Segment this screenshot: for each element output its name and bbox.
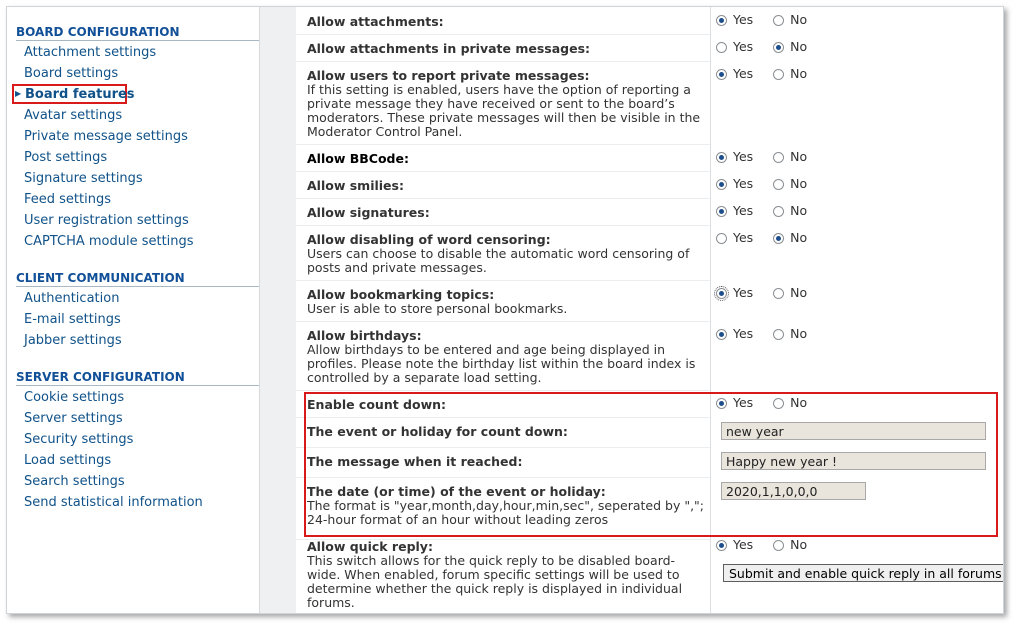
radio-yes[interactable] [716,233,727,244]
radio-yes-option[interactable]: Yes [716,66,753,81]
radio-no-option[interactable]: No [773,12,807,27]
menu-heading-client-communication: CLIENT COMMUNICATION [16,271,259,287]
radio-yes[interactable] [716,42,727,53]
radio-group-bookmarking: Yes No [714,285,823,301]
sidebar-item-signature-settings[interactable]: Signature settings [24,171,143,186]
sidebar-item-send-statistical-information[interactable]: Send statistical information [24,495,203,510]
radio-yes[interactable] [716,206,727,217]
radio-no-option[interactable]: No [773,537,807,552]
sidebar-item-email-settings[interactable]: E-mail settings [24,312,121,327]
setting-allow-bbcode: Allow BBCode: [307,151,409,166]
active-arrow-icon: ▶ [15,89,22,98]
radio-yes[interactable] [716,329,727,340]
sidebar-item-feed-settings[interactable]: Feed settings [24,192,111,207]
radio-group-allow-signatures: Yes No [716,203,823,218]
sidebar-item-security-settings[interactable]: Security settings [24,432,133,447]
radio-group-allow-attachments-pm: Yes No [716,39,823,54]
radio-yes-option[interactable]: Yes [714,285,753,301]
radio-yes[interactable] [716,152,727,163]
radio-no-option[interactable]: No [773,230,807,245]
sidebar-item-search-settings[interactable]: Search settings [24,474,125,489]
sidebar-divider [259,7,297,613]
sidebar-item-avatar-settings[interactable]: Avatar settings [24,108,122,123]
count-down-highlight [304,392,998,537]
radio-no-option[interactable]: No [773,285,807,300]
radio-yes-option[interactable]: Yes [716,537,753,552]
radio-no[interactable] [773,288,785,299]
sidebar-item-server-settings[interactable]: Server settings [24,411,123,426]
radio-group-quick-reply: Yes No [716,537,823,552]
radio-no[interactable] [773,329,785,340]
sidebar-item-attachment-settings[interactable]: Attachment settings [24,45,156,60]
setting-allow-attachments: Allow attachments: [307,14,707,29]
radio-no[interactable] [773,179,785,190]
radio-no-option[interactable]: No [773,326,807,341]
sidebar-item-load-settings[interactable]: Load settings [24,453,111,468]
radio-no[interactable] [773,69,785,80]
radio-group-report-pm: Yes No [716,66,823,81]
radio-no-option[interactable]: No [773,176,807,191]
setting-disable-word-censoring: Allow disabling of word censoring: Users… [307,232,690,275]
setting-allow-signatures: Allow signatures: [307,205,430,220]
setting-allow-attachments-pm: Allow attachments in private messages: [307,41,591,56]
radio-group-allow-attachments: Yes No [716,12,823,27]
sidebar-item-authentication[interactable]: Authentication [24,291,119,306]
radio-no-option[interactable]: No [773,66,807,81]
radio-no[interactable] [773,152,785,163]
radio-yes[interactable] [716,179,727,190]
enable-quick-reply-button[interactable]: Submit and enable quick reply in all for… [723,564,1003,582]
sidebar-item-post-settings[interactable]: Post settings [24,150,107,165]
setting-allow-quick-reply: Allow quick reply: This switch allows fo… [307,539,683,610]
setting-allow-smilies: Allow smilies: [307,178,404,193]
radio-no-option[interactable]: No [773,149,807,164]
menu-heading-board-configuration: BOARD CONFIGURATION [16,25,259,41]
radio-yes[interactable] [716,540,727,551]
radio-no-option[interactable]: No [773,39,807,54]
radio-yes[interactable] [716,15,727,26]
radio-yes-option[interactable]: Yes [716,326,753,341]
radio-yes-option[interactable]: Yes [716,12,753,27]
sidebar-item-board-settings[interactable]: Board settings [24,66,118,81]
radio-no-option[interactable]: No [773,203,807,218]
radio-yes-option[interactable]: Yes [716,39,753,54]
setting-allow-birthdays: Allow birthdays: Allow birthdays to be e… [307,328,696,385]
radio-yes-option[interactable]: Yes [716,149,753,164]
setting-bookmarking-topics: Allow bookmarking topics: User is able t… [307,287,568,316]
radio-group-word-censoring: Yes No [716,230,823,245]
radio-yes[interactable] [714,286,729,301]
sidebar-item-cookie-settings[interactable]: Cookie settings [24,390,124,405]
radio-no[interactable] [773,42,785,53]
radio-no[interactable] [773,15,785,26]
setting-report-private-messages: Allow users to report private messages: … [307,68,701,139]
sidebar-item-user-registration-settings[interactable]: User registration settings [24,213,189,228]
radio-group-allow-birthdays: Yes No [716,326,823,341]
menu-heading-server-configuration: SERVER CONFIGURATION [16,370,259,386]
radio-yes-option[interactable]: Yes [716,230,753,245]
radio-yes[interactable] [716,69,727,80]
radio-no[interactable] [773,206,785,217]
radio-group-allow-bbcode: Yes No [716,149,823,164]
radio-no[interactable] [773,233,785,244]
radio-yes-option[interactable]: Yes [716,203,753,218]
radio-yes-option[interactable]: Yes [716,176,753,191]
sidebar-item-captcha-module-settings[interactable]: CAPTCHA module settings [24,234,194,249]
radio-no[interactable] [773,540,785,551]
acp-panel: BOARD CONFIGURATION Attachment settings … [6,6,1004,614]
setting-title: Allow attachments: [307,14,444,29]
radio-group-allow-smilies: Yes No [716,176,823,191]
sidebar-item-board-features[interactable]: Board features [25,87,135,102]
sidebar-item-private-message-settings[interactable]: Private message settings [24,129,188,144]
sidebar-item-jabber-settings[interactable]: Jabber settings [24,333,122,348]
sidebar-menu: BOARD CONFIGURATION Attachment settings … [7,7,269,613]
